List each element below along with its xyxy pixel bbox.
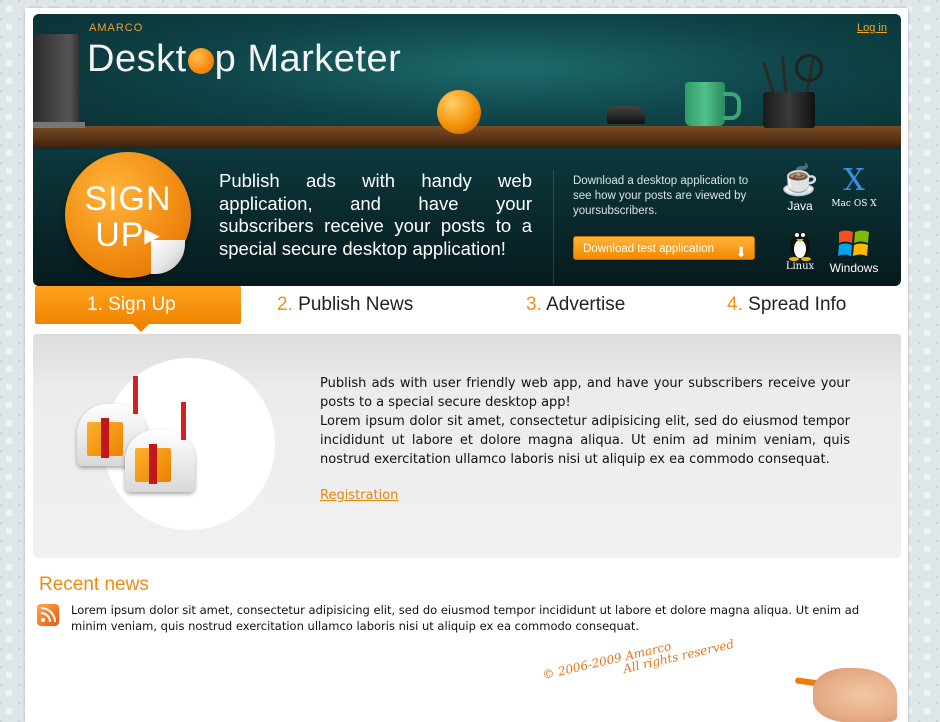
download-button-label: Download test application [583,243,715,255]
orange-image [437,90,481,134]
step-label: Sign Up [108,294,176,315]
linux-icon [773,226,827,262]
step-publish-news[interactable]: 2. Publish News [277,286,413,324]
signup-badge-button[interactable]: SIGN UP▶ [65,152,191,278]
divider [553,170,554,284]
signup-content-panel: Publish ads with user friendly web app, … [33,334,901,558]
platform-windows: Windows [827,226,881,275]
page-curl-icon [151,240,185,274]
step-label: Publish News [298,294,414,315]
step-spread-info[interactable]: 4. Spread Info [727,286,846,324]
logo-text-part1: Deskt [87,38,187,80]
logo-text-part2: p Marketer [214,38,402,80]
step-number: 2. [277,294,293,315]
login-link[interactable]: Log in [857,22,887,34]
laptop-base [33,122,85,128]
laptop-image [33,34,79,124]
desk-organizer-image [747,54,833,128]
organizer-cup [763,92,815,128]
step-label: Advertise [546,294,626,315]
pen-stick [780,56,788,97]
gift-ribbon [101,418,109,458]
scissors-icon [795,54,823,82]
stapler-image [607,106,645,124]
step-number: 3. [526,294,542,315]
promo-text: Publish ads with handy web application, … [219,170,532,259]
site-logo[interactable]: Deskt p Marketer [87,38,401,81]
signup-description: Publish ads with user friendly web app, … [320,374,850,469]
signup-badge-line1: SIGN [84,180,172,218]
macos-icon: X [843,163,865,198]
platform-label: Windows [829,261,879,275]
download-description: Download a desktop application to see ho… [573,175,749,217]
step-number: 4. [727,294,743,315]
header-banner: AMARCO Deskt p Marketer Log in SIGN UP▶ P… [33,14,901,286]
news-item-text: Lorem ipsum dolor sit amet, consectetur … [71,603,860,633]
steps-nav: 1. Sign Up 2. Publish News 3. Advertise … [33,286,901,334]
platform-label: Java [787,199,813,213]
mug-image [685,82,725,126]
gift-ribbon [149,444,157,484]
rss-icon[interactable] [37,604,59,626]
platform-java: ☕ Java [773,164,827,213]
recent-news-heading: Recent news [39,574,149,595]
logo-orange-o [187,48,214,74]
step-sign-up[interactable]: 1. Sign Up [35,286,241,324]
lorem-paragraph: Lorem ipsum dolor sit amet, consectetur … [320,414,850,467]
download-test-app-button[interactable]: Download test application ⬇ [573,236,755,260]
platform-mac: X Mac OS X [827,163,881,210]
platform-label: Linux [785,261,815,272]
windows-icon [827,226,881,260]
platform-linux: Linux [773,226,827,272]
copyright-note: © 2006-2009 Amarco All rights reserved [541,625,735,694]
step-number: 1. [87,294,103,315]
page: AMARCO Deskt p Marketer Log in SIGN UP▶ P… [25,8,908,722]
hand-image [813,668,897,722]
mug-handle [723,92,741,120]
java-icon: ☕ [781,164,819,197]
step-label: Spread Info [748,294,847,315]
mailbox-icon [125,402,195,492]
registration-link[interactable]: Registration [320,488,398,503]
mailbox-flag [133,376,138,414]
company-name: AMARCO [89,22,144,34]
active-step-pointer [133,324,149,332]
platform-label: Mac OS X [831,199,877,209]
intro-line: Publish ads with user friendly web app, … [320,376,850,410]
download-arrow-icon: ⬇ [735,244,747,260]
mailbox-flag [181,402,186,440]
step-advertise[interactable]: 3. Advertise [526,286,625,324]
